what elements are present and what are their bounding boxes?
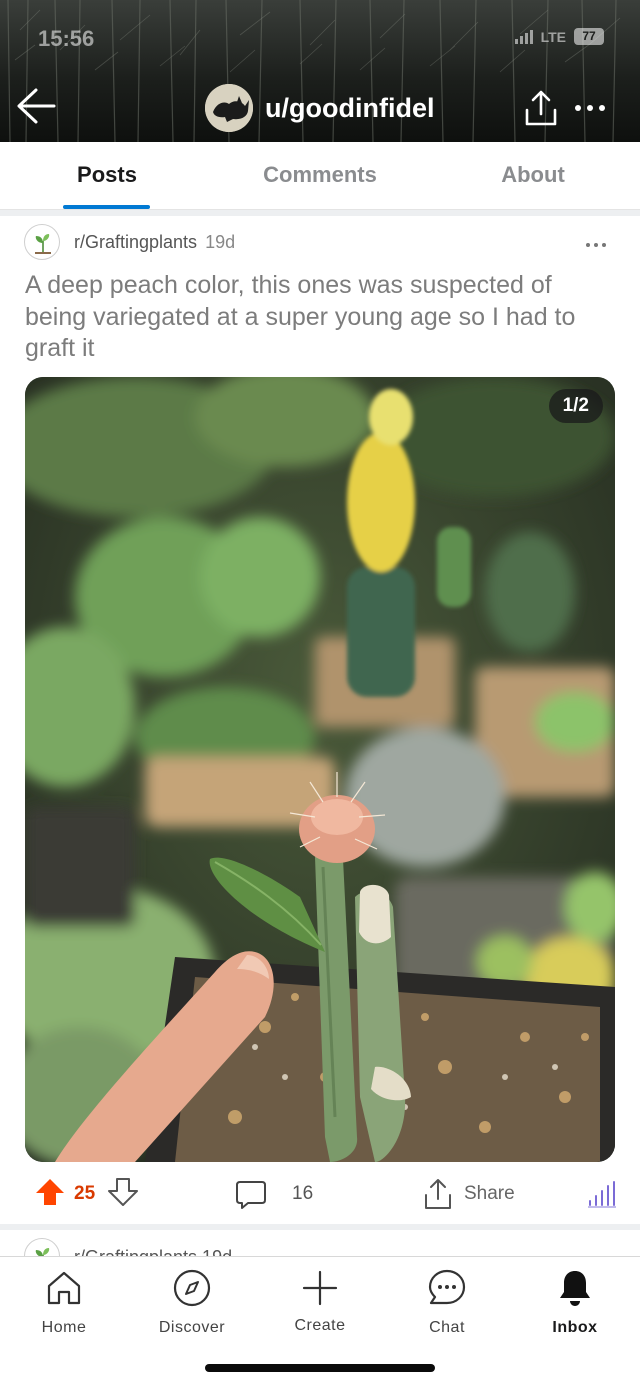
profile-header: 15:56 LTE 77 u/goodinfidel [0,0,640,142]
more-options-button[interactable] [572,98,608,118]
signal-icon [514,29,533,44]
active-tab-indicator [63,205,150,209]
post-age: 19d [205,231,236,252]
subreddit-avatar [24,1238,60,1256]
sprout-icon [35,1248,50,1256]
vote-group: 25 [34,1170,139,1218]
nav-create-label: Create [294,1317,346,1334]
share-button[interactable]: Share [422,1170,515,1218]
post-title[interactable]: A deep peach color, this ones was suspec… [25,270,617,365]
tab-posts[interactable]: Posts [37,162,177,188]
post-meta: r/Graftingplants 19d [24,222,616,262]
post-image[interactable]: 1/2 [25,377,615,1162]
share-profile-button[interactable] [522,88,560,128]
divider [0,210,640,216]
battery-icon: 77 [574,28,604,45]
home-indicator [205,1364,435,1372]
comments-button[interactable]: 16 [234,1170,313,1218]
divider [0,1224,640,1230]
sprout-icon [35,234,51,254]
nav-inbox-label: Inbox [552,1319,598,1336]
post-actions: 25 16 Share [0,1170,640,1218]
status-bar: 15:56 LTE 77 [0,22,640,52]
nav-create[interactable]: Create [265,1267,375,1335]
nav-chat-label: Chat [429,1319,465,1336]
compass-icon [173,1269,211,1307]
upvote-arrow-icon [36,1178,64,1205]
nav-chat[interactable]: Chat [392,1267,502,1337]
post-more-button[interactable] [584,232,608,255]
cactus-photo [25,377,615,1162]
profile-identity: u/goodinfidel [205,84,434,132]
downvote-arrow-icon [108,1177,139,1206]
nav-inbox[interactable]: Inbox [520,1267,630,1337]
chat-icon [428,1269,466,1305]
bell-icon [560,1271,590,1306]
share-label: Share [464,1183,515,1204]
nav-discover[interactable]: Discover [137,1267,247,1337]
comment-count: 16 [292,1183,314,1204]
plus-icon [302,1270,338,1306]
share-icon [525,90,557,126]
nav-discover-label: Discover [158,1319,226,1336]
profile-username: u/goodinfidel [265,92,435,123]
profile-tabs: Posts Comments About [0,142,640,210]
share-icon [425,1179,451,1209]
nav-home-label: Home [41,1319,87,1336]
cat-avatar-icon [205,84,253,132]
more-horizontal-icon [575,105,605,111]
downvote-button[interactable] [107,1176,139,1213]
next-post-peek[interactable]: r/Graftingplants 19d [24,1238,616,1256]
arrow-left-icon [17,88,56,124]
nav-home[interactable]: Home [9,1267,119,1337]
next-post-subreddit: r/Graftingplants 19d [74,1247,232,1256]
tab-about[interactable]: About [463,162,603,188]
post-insights-button[interactable] [586,1170,618,1218]
bar-chart-icon [588,1181,616,1208]
media-counter: 1/2 [548,389,603,423]
tab-comments[interactable]: Comments [250,162,390,188]
network-label: LTE [540,28,566,45]
subreddit-link[interactable]: r/Graftingplants [74,232,197,253]
upvote-button[interactable] [34,1176,66,1213]
subreddit-avatar[interactable] [24,224,60,260]
home-icon [47,1271,81,1305]
upvote-count: 25 [74,1183,96,1204]
status-time: 15:56 [38,26,95,51]
avatar[interactable] [205,84,253,132]
more-horizontal-icon [586,243,606,247]
back-button[interactable] [14,86,58,126]
comment-bubble-icon [236,1181,266,1209]
